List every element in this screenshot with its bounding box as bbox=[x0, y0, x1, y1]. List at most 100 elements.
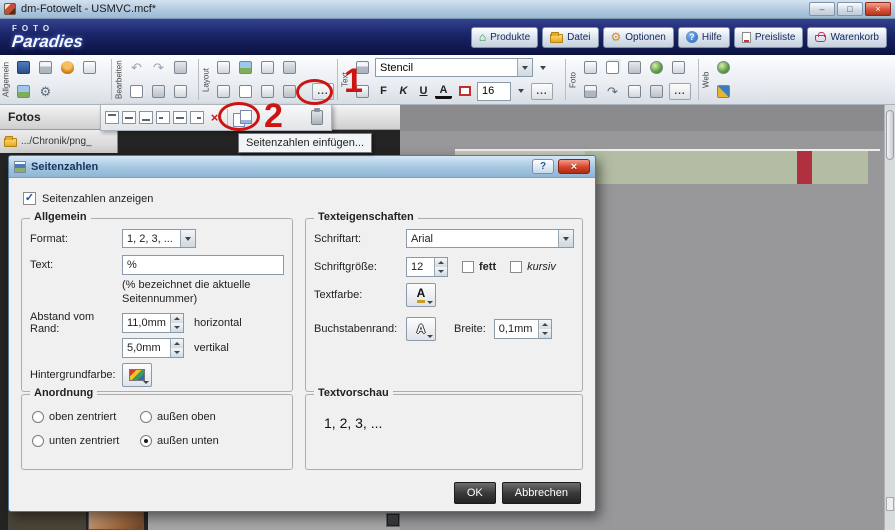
vertical-margin-spinner[interactable]: 5,0mm bbox=[122, 338, 184, 358]
show-pagenumbers-label: Seitenzahlen anzeigen bbox=[42, 193, 153, 205]
nav-datei-button[interactable]: Datei bbox=[542, 27, 598, 48]
text-more-button[interactable]: ... bbox=[531, 83, 553, 100]
mail-icon[interactable] bbox=[80, 58, 99, 77]
font-family-select[interactable]: Stencil bbox=[375, 58, 533, 77]
radio-icon[interactable] bbox=[32, 411, 44, 423]
pagenumber-text-input[interactable]: % bbox=[122, 255, 284, 275]
radio-oben-zentriert[interactable]: oben zentriert bbox=[32, 411, 116, 423]
italic-button[interactable]: K bbox=[395, 83, 412, 100]
nav-preisliste-button[interactable]: Preisliste bbox=[734, 27, 804, 48]
maximize-button[interactable]: □ bbox=[837, 2, 863, 16]
nav-warenkorb-button[interactable]: Warenkorb bbox=[807, 27, 887, 48]
cut-icon[interactable] bbox=[171, 82, 190, 101]
text-color-button[interactable]: A bbox=[406, 283, 436, 307]
layout-clipboard-icon[interactable] bbox=[280, 58, 299, 77]
photo-path-bar[interactable]: .../Chronik/png_ bbox=[0, 130, 118, 153]
foto-adjust-icon[interactable] bbox=[581, 82, 600, 101]
horizontal-margin-spinner[interactable]: 11,0mm bbox=[122, 313, 184, 333]
dialog-help-button[interactable]: ? bbox=[532, 159, 554, 174]
radio-selected-icon[interactable] bbox=[140, 435, 152, 447]
clipboard-icon[interactable] bbox=[311, 110, 323, 125]
scrollbar-thumb[interactable] bbox=[886, 110, 894, 160]
font-size-select[interactable]: 16 bbox=[477, 82, 511, 101]
letter-border-color-button[interactable]: A bbox=[406, 317, 436, 341]
background-color-button[interactable] bbox=[122, 363, 152, 387]
chevron-down-icon[interactable] bbox=[558, 230, 573, 247]
spin-up-icon[interactable] bbox=[539, 320, 551, 329]
bold-button[interactable]: F bbox=[375, 83, 392, 100]
spin-down-icon[interactable] bbox=[171, 323, 183, 332]
spin-down-icon[interactable] bbox=[539, 329, 551, 338]
layout-spread-icon[interactable] bbox=[236, 58, 255, 77]
web-globe-icon[interactable] bbox=[714, 58, 733, 77]
foto-grid-icon[interactable] bbox=[625, 82, 644, 101]
align-center-icon[interactable] bbox=[173, 111, 187, 124]
foto-search-icon[interactable] bbox=[625, 58, 644, 77]
scrollbar-button[interactable] bbox=[886, 497, 894, 511]
dialog-font-select[interactable]: Arial bbox=[406, 229, 574, 248]
spin-down-icon[interactable] bbox=[171, 348, 183, 357]
nav-optionen-button[interactable]: ⚙ Optionen bbox=[603, 27, 674, 48]
spin-up-icon[interactable] bbox=[171, 314, 183, 323]
show-pagenumbers-row[interactable]: ✓ Seitenzahlen anzeigen bbox=[23, 192, 153, 205]
layout-box-icon[interactable] bbox=[214, 82, 233, 101]
spin-up-icon[interactable] bbox=[435, 258, 447, 267]
border-width-spinner[interactable]: 0,1mm bbox=[494, 319, 552, 339]
radio-icon[interactable] bbox=[140, 411, 152, 423]
layout-columns-icon[interactable] bbox=[236, 82, 255, 101]
dialog-close-button[interactable]: × bbox=[558, 159, 590, 174]
align-left-icon[interactable] bbox=[156, 111, 170, 124]
italic-checkbox[interactable] bbox=[510, 261, 522, 273]
chevron-down-icon[interactable] bbox=[180, 230, 195, 247]
font-size-spinner[interactable]: 12 bbox=[406, 257, 448, 277]
foto-tools-icon[interactable] bbox=[669, 58, 688, 77]
layout-grid-icon[interactable] bbox=[214, 58, 233, 77]
web-gallery-icon[interactable] bbox=[714, 82, 733, 101]
settings-icon[interactable]: ⚙ bbox=[36, 82, 55, 101]
nav-produkte-button[interactable]: ⌂ Produkte bbox=[471, 27, 538, 48]
foto-rotate-icon[interactable]: ↷ bbox=[603, 82, 622, 101]
ok-button[interactable]: OK bbox=[454, 482, 496, 504]
nav-hilfe-button[interactable]: ? Hilfe bbox=[678, 27, 730, 48]
clipboard-icon[interactable] bbox=[171, 58, 190, 77]
save-icon[interactable] bbox=[14, 58, 33, 77]
font-style-dropdown[interactable] bbox=[536, 59, 550, 76]
minimize-button[interactable]: – bbox=[809, 2, 835, 16]
spin-up-icon[interactable] bbox=[171, 339, 183, 348]
align-right-icon[interactable] bbox=[190, 111, 204, 124]
text-color-button[interactable]: A bbox=[435, 83, 452, 99]
thumbnail-view-button[interactable] bbox=[386, 513, 400, 527]
foto-table-icon[interactable] bbox=[647, 82, 666, 101]
paste-icon[interactable] bbox=[149, 82, 168, 101]
undo-icon[interactable]: ↶ bbox=[127, 58, 146, 77]
layout-frame-icon[interactable] bbox=[258, 58, 277, 77]
radio-aussen-unten[interactable]: außen unten bbox=[140, 435, 219, 447]
spin-down-icon[interactable] bbox=[435, 267, 447, 276]
close-button[interactable]: × bbox=[865, 2, 891, 16]
foto-globe-icon[interactable] bbox=[647, 58, 666, 77]
cancel-button[interactable]: Abbrechen bbox=[502, 482, 581, 504]
redo-icon[interactable]: ↷ bbox=[149, 58, 168, 77]
radio-icon[interactable] bbox=[32, 435, 44, 447]
dialog-title-bar[interactable]: Seitenzahlen ? × bbox=[9, 156, 595, 178]
align-top-icon[interactable] bbox=[105, 111, 119, 124]
foto-transfer-icon[interactable] bbox=[603, 58, 622, 77]
foto-folder-icon[interactable] bbox=[581, 58, 600, 77]
image-icon[interactable] bbox=[14, 82, 33, 101]
chevron-down-icon[interactable] bbox=[517, 59, 532, 76]
print-icon[interactable] bbox=[36, 58, 55, 77]
foto-more-button[interactable]: ... bbox=[669, 83, 691, 100]
font-size-dropdown[interactable] bbox=[514, 83, 528, 100]
vertical-scrollbar[interactable] bbox=[884, 105, 895, 530]
outline-color-button[interactable] bbox=[455, 82, 474, 101]
format-select[interactable]: 1, 2, 3, ... bbox=[122, 229, 196, 248]
radio-aussen-oben[interactable]: außen oben bbox=[140, 411, 216, 423]
bold-checkbox[interactable] bbox=[462, 261, 474, 273]
show-pagenumbers-checkbox[interactable]: ✓ bbox=[23, 192, 36, 205]
user-icon[interactable] bbox=[58, 58, 77, 77]
align-bottom-icon[interactable] bbox=[139, 111, 153, 124]
align-middle-icon[interactable] bbox=[122, 111, 136, 124]
copy-icon[interactable] bbox=[127, 82, 146, 101]
radio-unten-zentriert[interactable]: unten zentriert bbox=[32, 435, 119, 447]
underline-button[interactable]: U bbox=[415, 83, 432, 100]
